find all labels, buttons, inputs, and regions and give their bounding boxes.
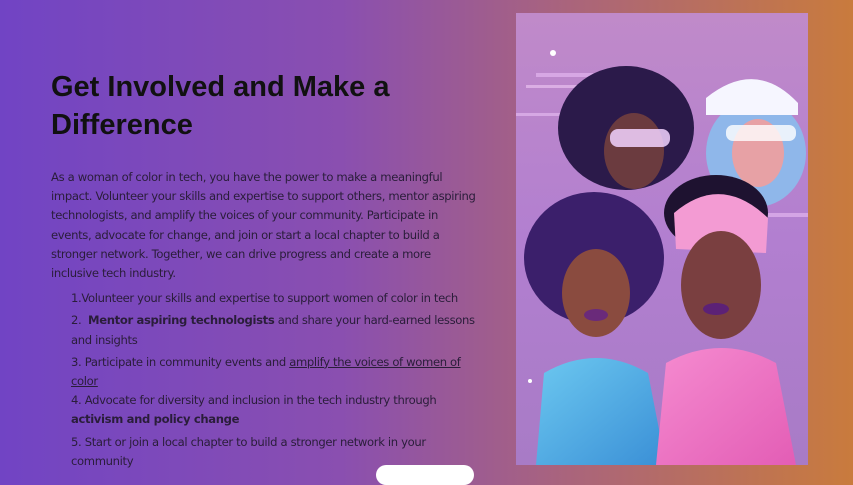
page-title: Get Involved and Make a Difference [51, 71, 390, 141]
step-number: 1. [71, 291, 82, 306]
intro-paragraph: As a woman of color in tech, you have th… [51, 170, 476, 281]
list-item: 2. Mentor aspiring technologists and sha… [71, 311, 476, 349]
step-text: Volunteer your skills and expertise to s… [81, 291, 458, 306]
step-text: Start or join a local chapter to build a… [71, 434, 426, 468]
step-text: Participate in community events and [84, 354, 290, 369]
women-in-tech-illustration [516, 13, 808, 465]
step-number: 3. [71, 354, 82, 369]
step-emphasis: activism and policy change [71, 412, 240, 427]
step-number: 4. [71, 393, 82, 408]
list-item: 3. Participate in community events and a… [71, 353, 476, 391]
step-emphasis: Mentor aspiring technologists [88, 313, 275, 328]
step-number: 2. [71, 313, 82, 328]
list-item: 1.Volunteer your skills and expertise to… [71, 289, 476, 308]
content-column: Get Involved and Make a Difference As a … [51, 68, 476, 471]
list-item: 4. Advocate for diversity and inclusion … [71, 391, 476, 429]
step-text: Advocate for diversity and inclusion in … [84, 393, 437, 408]
bottom-button[interactable] [376, 465, 474, 485]
step-number: 5. [71, 434, 82, 449]
steps-list: 1.Volunteer your skills and expertise to… [51, 289, 476, 471]
